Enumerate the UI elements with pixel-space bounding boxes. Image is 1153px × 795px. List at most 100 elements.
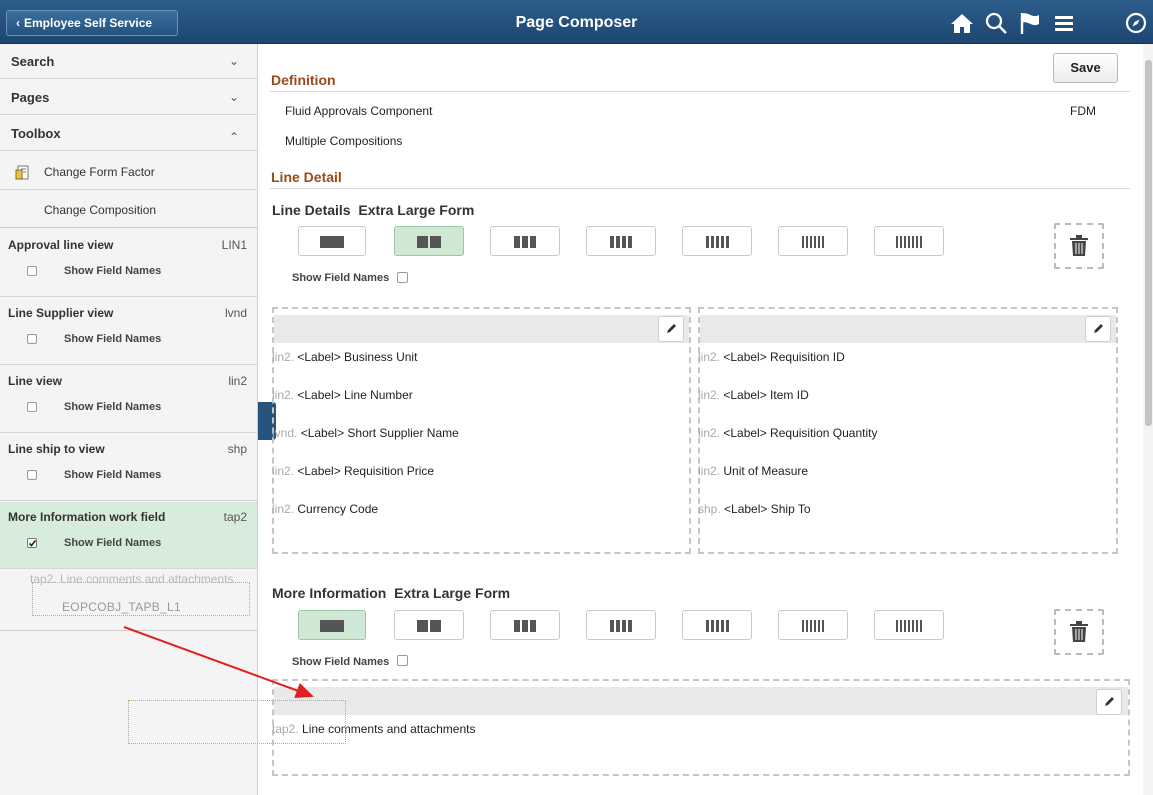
field-row[interactable]: lvnd. <Label> Short Supplier Name [272,426,459,440]
change-composition-tool[interactable]: Change Composition [0,192,257,228]
field-label: <Label> Requisition Price [294,464,435,478]
form-factor-3-column-button[interactable] [490,226,560,256]
field-row[interactable]: lin2. Currency Code [272,502,378,516]
navbar-compass-icon[interactable] [1122,9,1150,37]
edit-button[interactable] [1085,316,1111,342]
section-line-view[interactable]: Line view lin2 Show Field Names [0,366,257,433]
form-factor-4-column-button[interactable] [586,226,656,256]
show-field-names-checkbox[interactable] [27,334,37,344]
divider [270,188,1130,189]
columns-icon [491,236,559,248]
show-field-names-checkbox[interactable] [27,266,37,276]
flag-icon[interactable] [1016,9,1044,37]
field-prefix: lvnd. [272,426,298,440]
show-field-names-label: Show Field Names [64,537,162,549]
more-info-subheading: More Information Extra Large Form [272,585,511,601]
form-factor-1-column-button[interactable] [298,610,366,640]
field-label: <Label> Requisition Quantity [720,426,878,440]
section-name: Approval line view [8,238,114,252]
columns-icon [491,620,559,632]
section-line-supplier-view[interactable]: Line Supplier view lvnd Show Field Names [0,298,257,365]
top-header: Page Composer ‹ Employee Self Service [0,0,1153,44]
show-field-names-label: Show Field Names [64,401,162,413]
form-factor-6-column-button[interactable] [778,610,848,640]
field-row[interactable]: lin2. <Label> Item ID [698,388,809,402]
scrollbar-thumb[interactable] [1145,60,1152,426]
show-field-names-checkbox[interactable] [27,402,37,412]
search-icon[interactable] [982,9,1010,37]
drop-target-indicator [128,700,346,744]
show-field-names-label: Show Field Names [292,656,390,668]
section-name: More Information work field [8,510,166,524]
form-factor-6-column-button[interactable] [778,226,848,256]
form-factor-7-column-button[interactable] [874,226,944,256]
section-code: LIN1 [221,238,247,252]
sidebar: Search ⌄ Pages ⌄ Toolbox ⌃ Change Form Fact… [0,44,258,795]
field-label: Currency Code [294,502,379,516]
back-button[interactable]: ‹ Employee Self Service [6,10,178,36]
section-approval-line-view[interactable]: Approval line view LIN1 Show Field Names [0,230,257,297]
save-button[interactable]: Save [1053,53,1118,83]
section-more-information-work-field[interactable]: More Information work field tap2 Show Fi… [0,502,257,569]
definition-heading: Definition [271,72,336,88]
chevron-down-icon: ⌄ [228,54,239,68]
field-row[interactable]: lin2. <Label> Requisition ID [698,350,845,364]
field-label: <Label> Ship To [720,502,811,516]
columns-icon [299,236,365,248]
toolbox-accordion[interactable]: Toolbox ⌃ [0,116,257,151]
form-factor-1-column-button[interactable] [298,226,366,256]
form-factor-2-column-button[interactable] [394,610,464,640]
columns-icon [395,236,463,248]
field-prefix: lin2. [272,350,295,364]
show-field-names-checkbox[interactable] [27,470,37,480]
edit-button[interactable] [1096,689,1122,715]
change-composition-label: Change Composition [44,203,157,217]
form-factor-2-column-button[interactable] [394,226,464,256]
form-factor-5-column-button[interactable] [682,226,752,256]
section-code: lvnd [224,306,247,320]
form-factor-7-column-button[interactable] [874,610,944,640]
trash-icon [1070,235,1088,256]
field-row[interactable]: lin2. <Label> Line Number [272,388,413,402]
drag-source-object: EOPCOBJ_TAPB_L1 [62,600,181,614]
show-field-names-checkbox[interactable] [27,538,37,548]
field-prefix: lin2. [698,388,721,402]
section-name: Line ship to view [8,442,105,456]
menu-icon[interactable] [1050,9,1078,37]
field-label: <Label> Item ID [720,388,809,402]
field-prefix: lin2. [698,464,721,478]
edit-button[interactable] [658,316,684,342]
check-icon [28,540,37,547]
section-name: Line Supplier view [8,306,114,320]
field-row[interactable]: shp. <Label> Ship To [698,502,811,516]
field-row[interactable]: lin2. Unit of Measure [698,464,808,478]
section-line-ship-to-view[interactable]: Line ship to view shp Show Field Names [0,434,257,501]
column-header [274,315,689,343]
form-factor-3-column-button[interactable] [490,610,560,640]
show-field-names-checkbox[interactable] [397,272,408,283]
columns-icon [779,236,847,248]
field-row[interactable]: lin2. <Label> Business Unit [272,350,417,364]
pages-accordion[interactable]: Pages ⌄ [0,80,257,115]
pencil-icon [1094,324,1103,333]
column-header [274,687,1128,715]
form-factor-5-column-button[interactable] [682,610,752,640]
field-row[interactable]: lin2. <Label> Requisition Price [272,464,434,478]
home-icon[interactable] [948,9,976,37]
trash-drop-zone[interactable] [1054,609,1104,655]
trash-drop-zone[interactable] [1054,223,1104,269]
search-accordion[interactable]: Search ⌄ [0,44,257,79]
show-field-names-label: Show Field Names [64,265,162,277]
chevron-up-icon: ⌃ [228,130,239,144]
divider [270,91,1130,92]
field-row[interactable]: lin2. <Label> Requisition Quantity [698,426,877,440]
field-prefix: shp. [698,502,721,516]
show-field-names-checkbox[interactable] [397,655,408,666]
change-form-factor-tool[interactable]: Change Form Factor [0,154,257,190]
pages-accordion-label: Pages [11,90,50,105]
pencil-icon [1105,697,1114,706]
show-field-names-label: Show Field Names [292,272,390,284]
back-button-label: Employee Self Service [24,16,153,30]
form-factor-4-column-button[interactable] [586,610,656,640]
columns-icon [779,620,847,632]
